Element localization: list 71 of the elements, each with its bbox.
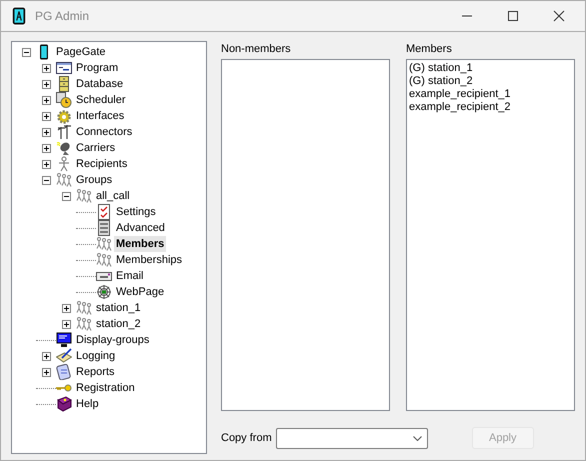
copy-from-dropdown[interactable] (276, 428, 428, 448)
spider-web-icon (96, 284, 112, 300)
person-icon (56, 156, 72, 172)
tree-item[interactable]: Reports (74, 364, 117, 380)
member-item[interactable]: example_recipient_1 (409, 88, 511, 101)
report-icon (56, 364, 72, 380)
tree-item[interactable]: WebPage (114, 284, 166, 300)
people-icon (76, 300, 92, 316)
expander-toggle[interactable] (42, 128, 50, 136)
tree-item[interactable]: Carriers (74, 140, 118, 156)
tree-item[interactable]: Recipients (74, 156, 130, 172)
book-icon (56, 396, 72, 412)
tree-item[interactable]: Logging (74, 348, 118, 364)
tree-item[interactable]: Database (74, 76, 126, 92)
notebook-pen-icon (56, 348, 72, 364)
tree-item[interactable]: Memberships (114, 252, 184, 268)
tree-item[interactable]: Members (114, 236, 166, 252)
non-members-label: Non-members (221, 42, 292, 57)
expander-toggle[interactable] (62, 192, 70, 200)
tree-item[interactable]: PageGate (54, 44, 108, 60)
people-icon (96, 252, 112, 268)
tree-item[interactable]: station_2 (94, 316, 143, 332)
tree-item[interactable]: Help (74, 396, 101, 412)
expander-toggle[interactable] (42, 144, 50, 152)
tree-item[interactable]: Email (114, 268, 146, 284)
checklist-icon (96, 204, 112, 220)
tree-item[interactable]: Groups (74, 172, 114, 188)
monitor-icon (56, 332, 72, 348)
member-item[interactable]: (G) station_2 (409, 75, 473, 88)
people-icon (76, 316, 92, 332)
utility-pole-icon (56, 124, 72, 140)
expander-toggle[interactable] (42, 352, 50, 360)
expander-toggle[interactable] (42, 64, 50, 72)
people-icon (56, 172, 72, 188)
window-icon (56, 60, 72, 76)
tree-item[interactable]: Display-groups (74, 332, 152, 348)
chevron-down-icon (412, 436, 422, 440)
tree-item[interactable]: station_1 (94, 300, 143, 316)
tree-item[interactable]: Settings (114, 204, 158, 220)
expander-toggle[interactable] (42, 80, 50, 88)
people-icon (76, 188, 92, 204)
expander-toggle[interactable] (42, 160, 50, 168)
expander-toggle[interactable] (42, 96, 50, 104)
people-icon (96, 236, 112, 252)
gear-icon (56, 108, 72, 124)
close-icon[interactable] (553, 10, 565, 22)
satellite-dish-icon (56, 140, 72, 156)
members-list[interactable]: (G) station_1 (G) station_2 example_recipient_1 example_recipient_2 (406, 59, 575, 411)
expander-toggle[interactable] (62, 320, 70, 328)
tree-item[interactable]: Program (74, 60, 120, 76)
expander-toggle[interactable] (22, 48, 30, 56)
expander-toggle[interactable] (42, 112, 50, 120)
app-icon (11, 7, 27, 25)
members-label: Members (406, 42, 453, 57)
copy-from-label: Copy from (221, 430, 272, 446)
cabinet-icon (56, 76, 72, 92)
expander-toggle[interactable] (62, 304, 70, 312)
tree-item[interactable]: Interfaces (74, 108, 126, 124)
expander-toggle[interactable] (42, 368, 50, 376)
member-item[interactable]: (G) station_1 (409, 62, 473, 75)
expander-toggle[interactable] (42, 176, 50, 184)
tree-item[interactable]: Scheduler (74, 92, 128, 108)
member-item[interactable]: example_recipient_2 (409, 101, 511, 114)
window-title: PG Admin (35, 8, 90, 25)
maximize-icon[interactable] (507, 10, 519, 22)
list-icon (96, 220, 112, 236)
tree-item[interactable]: all_call (94, 188, 132, 204)
tree-item[interactable]: Registration (74, 380, 137, 396)
tree-item[interactable]: Advanced (114, 220, 167, 236)
clock-icon (56, 92, 72, 108)
tree-item[interactable]: Connectors (74, 124, 134, 140)
